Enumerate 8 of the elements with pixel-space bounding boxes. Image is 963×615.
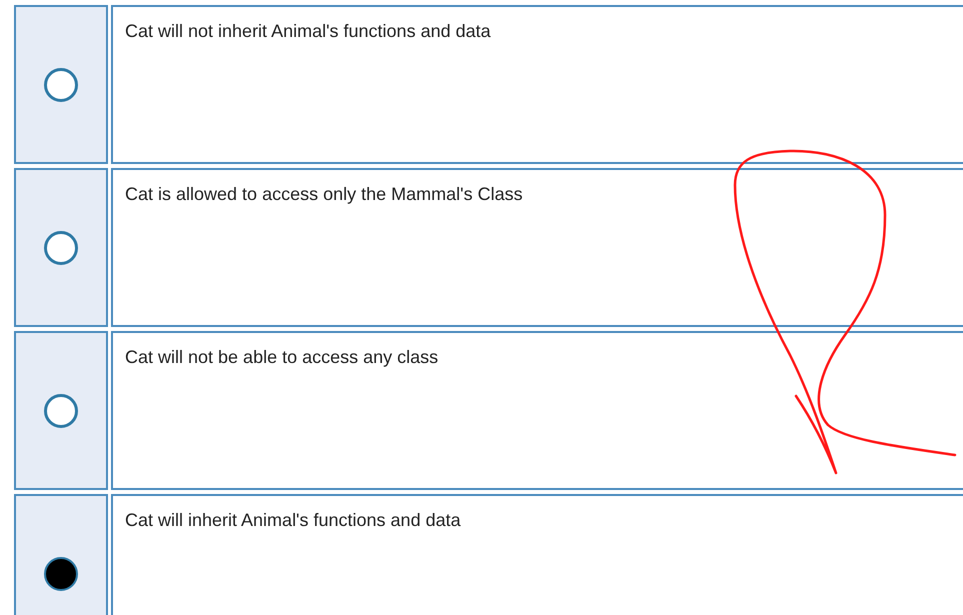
radio-button[interactable] — [44, 68, 78, 102]
answer-text: Cat is allowed to access only the Mammal's Class — [125, 184, 523, 204]
answer-text: Cat will not inherit Animal's functions and data — [125, 21, 491, 41]
answer-text: Cat will not be able to access any class — [125, 347, 438, 367]
radio-button[interactable] — [44, 556, 78, 590]
radio-button[interactable] — [44, 394, 78, 428]
radio-button[interactable] — [44, 230, 78, 264]
answer-text: Cat will inherit Animal's functions and data — [125, 510, 461, 530]
